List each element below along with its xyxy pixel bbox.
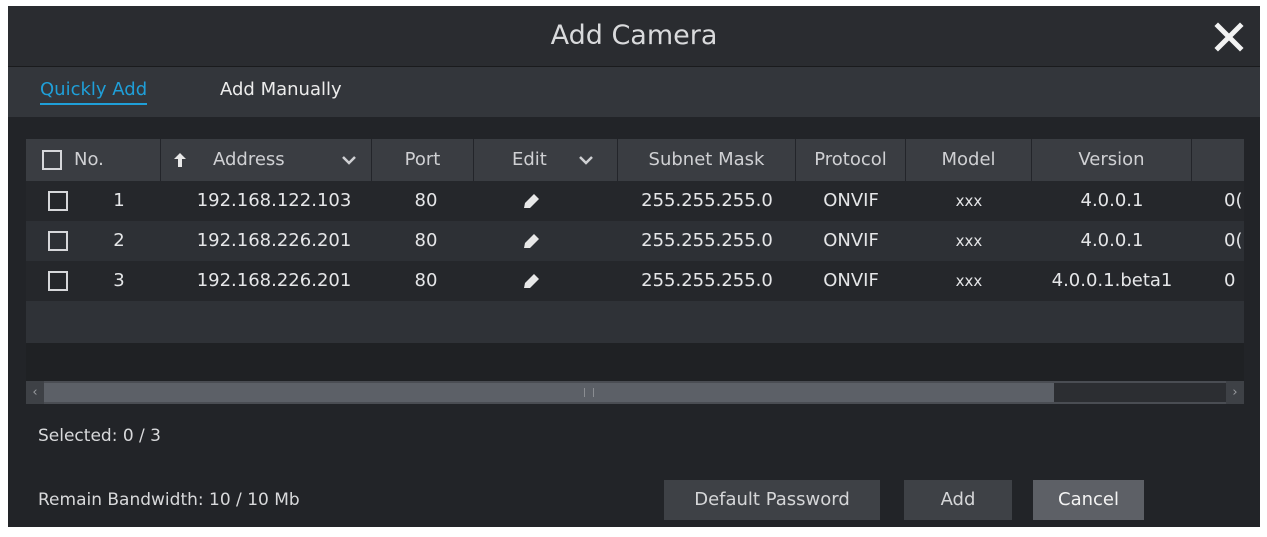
row-version: 4.0.0.1.beta1 xyxy=(1051,270,1173,291)
column-address-label: Address xyxy=(213,149,285,170)
row-port: 80 xyxy=(414,270,438,291)
row-model: xxx xyxy=(955,272,983,290)
table-row[interactable]: 1 192.168.122.103 80 255.255.255.0 ONVIF… xyxy=(26,181,1244,221)
row-protocol: ONVIF xyxy=(823,270,879,291)
column-subnet-mask: Subnet Mask xyxy=(618,139,796,181)
camera-table: No. Address Port Edit Subnet Mask Protoc… xyxy=(26,139,1244,404)
row-no: 1 xyxy=(113,190,125,211)
row-edit-button[interactable] xyxy=(516,221,546,261)
table-row[interactable]: 3 192.168.226.201 80 255.255.255.0 ONVIF… xyxy=(26,261,1244,301)
column-subnet-label: Subnet Mask xyxy=(648,149,765,170)
row-protocol: ONVIF xyxy=(823,190,879,211)
row-version: 4.0.0.1 xyxy=(1080,230,1144,251)
pencil-icon xyxy=(524,234,539,248)
scroll-track[interactable] xyxy=(1054,383,1226,402)
empty-row xyxy=(26,343,1244,381)
column-model: Model xyxy=(906,139,1032,181)
scroll-thumb[interactable] xyxy=(44,383,1054,402)
row-extra: 0 xyxy=(1224,270,1236,291)
column-address[interactable]: Address xyxy=(161,139,372,181)
row-port: 80 xyxy=(414,230,438,251)
sort-arrow-up-icon[interactable] xyxy=(173,152,187,168)
row-checkbox[interactable] xyxy=(48,271,68,291)
column-model-label: Model xyxy=(941,149,996,170)
remain-bandwidth: Remain Bandwidth: 10 / 10 Mb xyxy=(38,490,300,510)
tab-add-manually[interactable]: Add Manually xyxy=(220,67,342,117)
tab-quickly-add[interactable]: Quickly Add xyxy=(40,67,148,117)
close-icon xyxy=(1214,22,1244,52)
column-port: Port xyxy=(372,139,474,181)
row-port: 80 xyxy=(414,190,438,211)
empty-row xyxy=(26,301,1244,343)
row-checkbox[interactable] xyxy=(48,191,68,211)
dialog-title: Add Camera xyxy=(550,20,718,51)
row-extra: 0( xyxy=(1224,190,1243,211)
cancel-button[interactable]: Cancel xyxy=(1033,480,1144,520)
row-no: 2 xyxy=(113,230,125,251)
column-protocol: Protocol xyxy=(796,139,906,181)
column-no-label: No. xyxy=(74,149,104,170)
tab-add-manually-label: Add Manually xyxy=(220,79,342,100)
column-edit[interactable]: Edit xyxy=(474,139,618,181)
default-password-button[interactable]: Default Password xyxy=(664,480,880,520)
chevron-down-icon[interactable] xyxy=(578,154,594,166)
dialog-titlebar: Add Camera xyxy=(8,6,1260,67)
row-edit-button[interactable] xyxy=(516,261,546,301)
row-model: xxx xyxy=(955,192,983,210)
column-version: Version xyxy=(1032,139,1192,181)
column-extra xyxy=(1192,139,1244,181)
tab-quickly-add-label: Quickly Add xyxy=(40,79,148,105)
scroll-left-button[interactable]: ‹ xyxy=(26,381,44,404)
chevron-left-icon: ‹ xyxy=(32,385,38,400)
table-header: No. Address Port Edit Subnet Mask Protoc… xyxy=(26,139,1244,181)
row-subnet: 255.255.255.0 xyxy=(641,190,773,211)
scroll-right-button[interactable]: › xyxy=(1226,381,1244,404)
horizontal-scrollbar[interactable]: ‹ › xyxy=(26,381,1244,404)
row-protocol: ONVIF xyxy=(823,230,879,251)
row-extra: 0( xyxy=(1224,230,1243,251)
column-port-label: Port xyxy=(404,149,441,170)
row-address: 192.168.122.103 xyxy=(196,190,352,211)
row-subnet: 255.255.255.0 xyxy=(641,270,773,291)
column-protocol-label: Protocol xyxy=(814,149,887,170)
scroll-grip-icon xyxy=(584,388,594,397)
row-checkbox[interactable] xyxy=(48,231,68,251)
add-button[interactable]: Add xyxy=(904,480,1012,520)
selected-count: Selected: 0 / 3 xyxy=(38,426,161,446)
row-subnet: 255.255.255.0 xyxy=(641,230,773,251)
chevron-down-icon[interactable] xyxy=(341,154,357,166)
column-no: No. xyxy=(26,139,161,181)
column-edit-label: Edit xyxy=(512,149,547,170)
select-all-checkbox[interactable] xyxy=(42,150,62,170)
close-button[interactable] xyxy=(1212,20,1246,54)
table-row[interactable]: 2 192.168.226.201 80 255.255.255.0 ONVIF… xyxy=(26,221,1244,261)
tab-bar: Quickly Add Add Manually xyxy=(8,67,1260,117)
pencil-icon xyxy=(524,274,539,288)
column-version-label: Version xyxy=(1078,149,1145,170)
row-address: 192.168.226.201 xyxy=(196,230,352,251)
row-address: 192.168.226.201 xyxy=(196,270,352,291)
row-model: xxx xyxy=(955,232,983,250)
pencil-icon xyxy=(524,194,539,208)
row-edit-button[interactable] xyxy=(516,181,546,221)
add-camera-dialog: Add Camera Quickly Add Add Manually No. … xyxy=(8,6,1260,527)
chevron-right-icon: › xyxy=(1232,385,1238,400)
row-version: 4.0.0.1 xyxy=(1080,190,1144,211)
row-no: 3 xyxy=(113,270,125,291)
